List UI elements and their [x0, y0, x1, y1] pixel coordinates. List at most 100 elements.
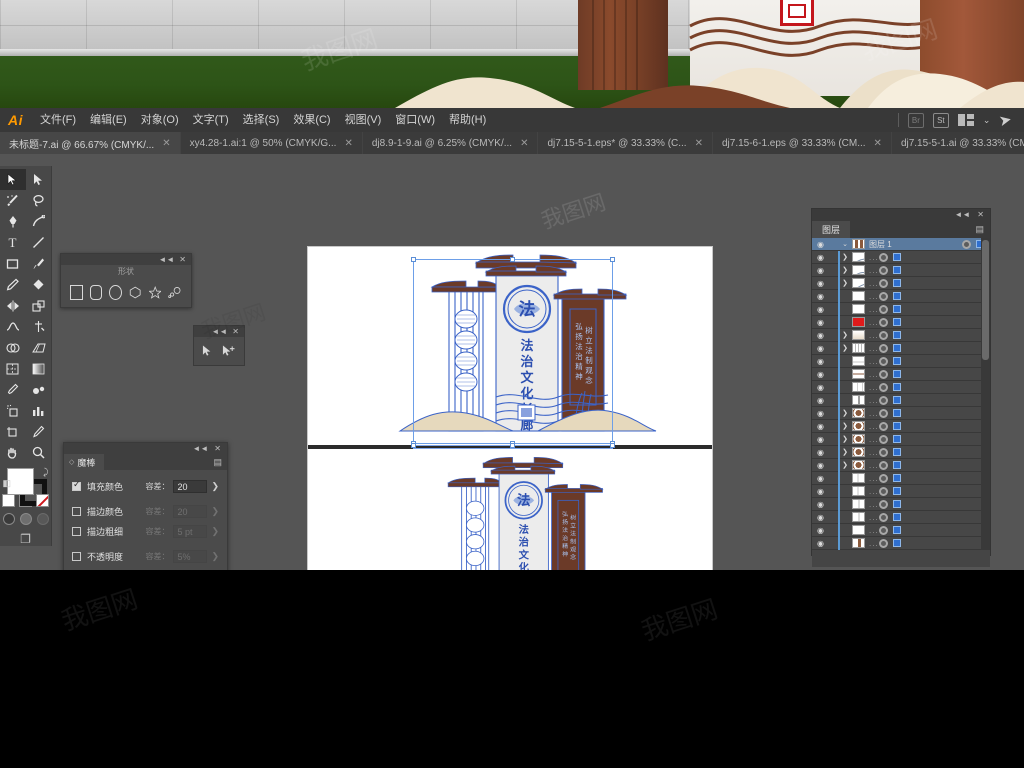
layer-name[interactable]: ... — [869, 266, 879, 275]
selection-handle[interactable] — [610, 257, 615, 262]
layer-row[interactable]: ◉ ❯ ... — [812, 420, 990, 433]
eyedropper-tool[interactable] — [0, 379, 26, 400]
selection-indicator[interactable] — [892, 526, 901, 534]
layer-row[interactable]: ◉ ❯ ... — [812, 342, 990, 355]
layer-row[interactable]: ◉ ... — [812, 381, 990, 394]
selection-tool-icon[interactable] — [202, 344, 213, 358]
option-row-stroke-weight[interactable]: 描边粗细 容差： 5 pt ❯ — [72, 521, 219, 541]
selection-indicator[interactable] — [892, 539, 901, 547]
document-tab[interactable]: dj7.15-5-1.ai @ 33.33% (CMY... ✕ — [891, 132, 1024, 154]
selection-handle[interactable] — [411, 257, 416, 262]
collapse-icon[interactable]: ◄◄ — [192, 444, 208, 453]
layer-row[interactable]: ◉ ... — [812, 485, 990, 498]
target-icon[interactable] — [878, 460, 888, 470]
selection-handle[interactable] — [510, 257, 515, 262]
chevron-right-icon[interactable]: ❯ — [838, 279, 852, 287]
selection-handle[interactable] — [510, 443, 515, 448]
layer-name[interactable]: ... — [869, 370, 879, 379]
selection-bounding-box[interactable] — [413, 259, 613, 444]
target-icon[interactable] — [878, 447, 888, 457]
close-icon[interactable]: ✕ — [695, 138, 703, 149]
layer-name[interactable]: ... — [869, 539, 879, 548]
layer-row[interactable]: ◉ ... — [812, 511, 990, 524]
gradient-tool[interactable] — [26, 358, 52, 379]
layer-row[interactable]: ◉ ❯ ... — [812, 446, 990, 459]
selection-indicator[interactable] — [892, 435, 901, 443]
chevron-right-icon[interactable]: ❯ — [838, 344, 852, 352]
pencil-tool[interactable] — [0, 274, 26, 295]
hand-tool[interactable] — [0, 442, 26, 463]
fill-stroke-swatches[interactable]: ⤸ ◧ — [3, 467, 49, 506]
layer-name[interactable]: ... — [869, 422, 879, 431]
target-icon[interactable] — [878, 356, 888, 366]
target-icon[interactable] — [878, 382, 888, 392]
layer-name[interactable]: ... — [869, 357, 879, 366]
ellipse-icon[interactable] — [109, 285, 123, 300]
stroke-weight-tolerance-input[interactable]: 5 pt — [173, 524, 208, 538]
close-icon[interactable]: ✕ — [214, 444, 221, 453]
eye-icon[interactable]: ◉ — [812, 344, 829, 353]
target-icon[interactable] — [878, 343, 888, 353]
width-tool[interactable] — [0, 316, 26, 337]
layer-name[interactable]: 图层 1 — [869, 239, 962, 250]
draw-inside-button[interactable] — [36, 513, 49, 525]
layer-name[interactable]: ... — [869, 292, 879, 301]
curvature-tool[interactable] — [26, 211, 52, 232]
lasso-tool[interactable] — [26, 190, 52, 211]
eye-icon[interactable]: ◉ — [812, 487, 829, 496]
target-icon[interactable] — [878, 395, 888, 405]
selection-indicator[interactable] — [892, 357, 901, 365]
selection-indicator[interactable] — [892, 292, 901, 300]
target-icon[interactable] — [878, 369, 888, 379]
chevron-right-icon[interactable]: ❯ — [838, 422, 852, 430]
eye-icon[interactable]: ◉ — [812, 357, 829, 366]
rectangle-tool[interactable] — [0, 253, 26, 274]
layer-row[interactable]: ◉ ❯ ... — [812, 264, 990, 277]
chevron-right-icon[interactable]: ❯ — [211, 526, 219, 537]
blend-tool[interactable] — [26, 379, 52, 400]
target-icon[interactable] — [878, 434, 888, 444]
layer-row[interactable]: ◉ ❯ ... — [812, 251, 990, 264]
document-tab[interactable]: dj8.9-1-9.ai @ 6.25% (CMYK/... ✕ — [362, 132, 539, 154]
selection-indicator[interactable] — [892, 266, 901, 274]
close-icon[interactable]: ✕ — [874, 138, 882, 149]
selection-indicator[interactable] — [892, 409, 901, 417]
document-tab[interactable]: dj7.15-5-1.eps* @ 33.33% (C... ✕ — [538, 132, 713, 154]
opacity-tolerance-input[interactable]: 5% — [173, 549, 208, 563]
close-icon[interactable]: ✕ — [520, 138, 528, 149]
layer-name[interactable]: ... — [869, 318, 879, 327]
scale-tool[interactable] — [26, 295, 52, 316]
option-row-stroke-color[interactable]: 描边颜色 容差： 20 ❯ — [72, 501, 219, 521]
target-icon[interactable] — [878, 512, 888, 522]
document-tab[interactable]: dj7.15-6-1.eps @ 33.33% (CM... ✕ — [712, 132, 892, 154]
eye-icon[interactable]: ◉ — [812, 240, 829, 249]
collapse-icon[interactable]: ◄◄ — [158, 255, 174, 264]
option-row-fill-color[interactable]: 填充颜色 容差： 20 ❯ — [72, 476, 219, 496]
eye-icon[interactable]: ◉ — [812, 318, 829, 327]
zoom-tool[interactable] — [26, 442, 52, 463]
artboard-tool[interactable] — [0, 421, 26, 442]
layers-scrollbar[interactable] — [981, 238, 990, 550]
selection-indicator[interactable] — [892, 422, 901, 430]
layer-row[interactable]: ◉ ❯ ... — [812, 277, 990, 290]
panel-menu-icon[interactable]: ▤ — [975, 224, 984, 235]
panel-menu-icon[interactable]: ▤ — [213, 457, 222, 468]
target-icon[interactable] — [878, 421, 888, 431]
rectangle-icon[interactable] — [70, 285, 83, 300]
bridge-icon[interactable]: Br — [907, 112, 924, 128]
layer-name[interactable]: ... — [869, 396, 879, 405]
chevron-right-icon[interactable]: ❯ — [838, 435, 852, 443]
column-graph-tool[interactable] — [26, 400, 52, 421]
selection-indicator[interactable] — [892, 253, 901, 261]
default-fill-stroke-icon[interactable]: ◧ — [3, 478, 12, 489]
selection-indicator[interactable] — [892, 474, 901, 482]
eye-icon[interactable]: ◉ — [812, 422, 829, 431]
magic-wand-tool[interactable] — [0, 190, 26, 211]
swap-fill-stroke-icon[interactable]: ⤸ — [43, 467, 48, 478]
collapse-icon[interactable]: ◄◄ — [211, 327, 227, 336]
menu-object[interactable]: 对象(O) — [134, 108, 186, 132]
selection-indicator[interactable] — [892, 279, 901, 287]
chevron-right-icon[interactable]: ❯ — [838, 448, 852, 456]
selection-indicator[interactable] — [892, 383, 901, 391]
selection-add-tool-icon[interactable] — [222, 344, 236, 358]
